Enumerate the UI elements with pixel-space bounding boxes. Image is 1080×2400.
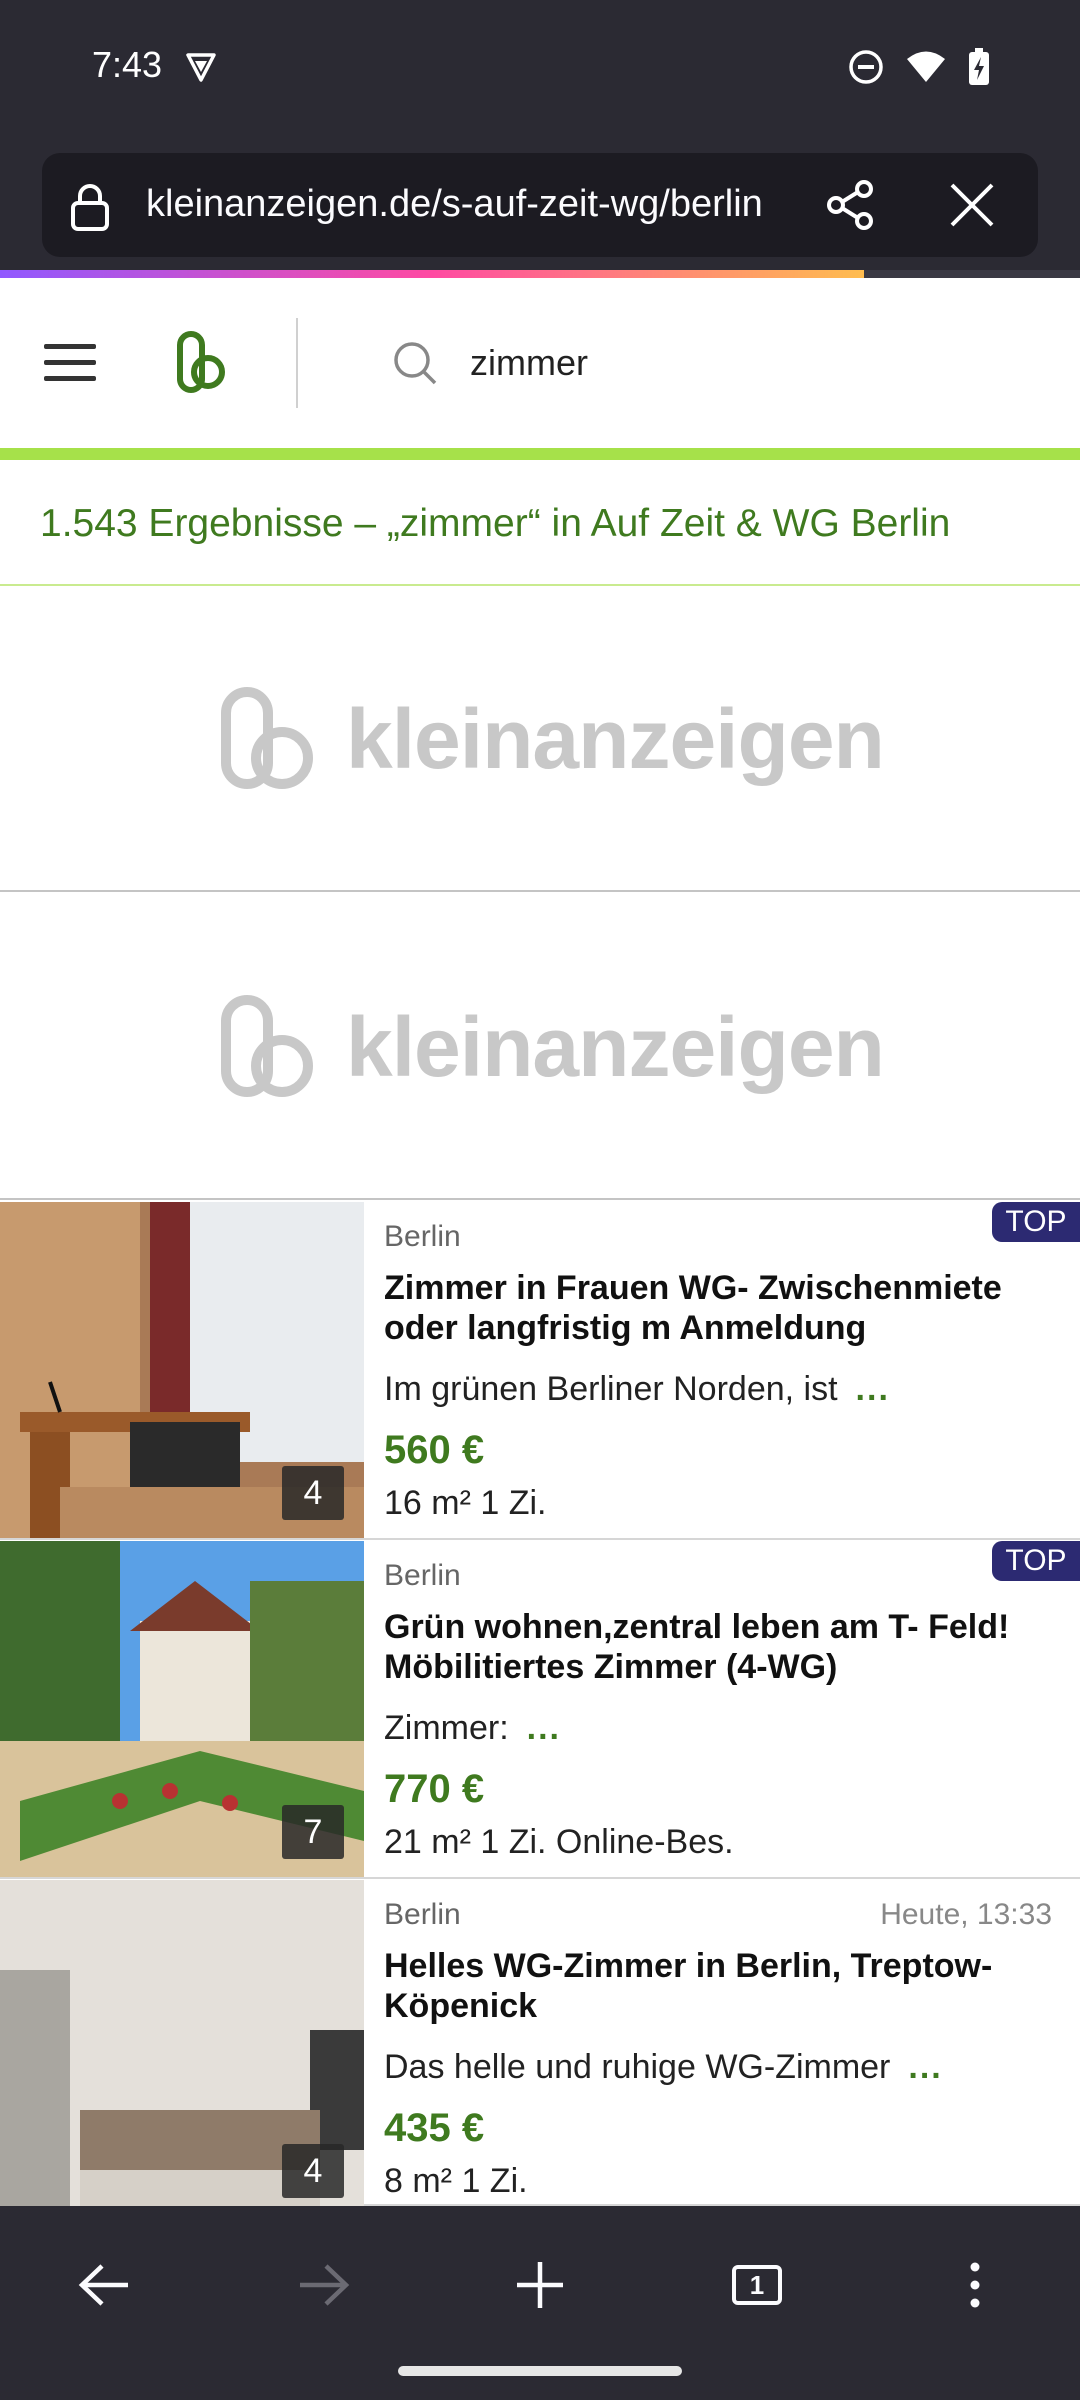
listing-price: 770 €	[384, 1767, 485, 1811]
listing-description: Das helle und ruhige WG-Zimmer	[384, 2048, 891, 2086]
close-icon[interactable]	[946, 179, 998, 231]
status-time: 7:43	[92, 44, 163, 85]
kleinanzeigen-logo-icon	[221, 687, 313, 789]
more-link[interactable]: ...	[856, 1370, 890, 1408]
battery-charging-icon	[969, 48, 989, 85]
share-icon[interactable]	[822, 177, 878, 233]
listing-description: Zimmer:	[384, 1709, 509, 1747]
listing-location: Berlin	[384, 1898, 461, 1931]
more-link[interactable]: ...	[527, 1709, 561, 1747]
site-header: zimmer	[0, 278, 1080, 448]
image-count-badge: 4	[282, 1466, 344, 1520]
listing-meta: 16 m² 1 Zi.	[384, 1484, 547, 1522]
status-bar: 7:43	[0, 0, 1080, 140]
page-load-progress	[0, 270, 1080, 278]
ad-brand-text: kleinanzeigen	[346, 999, 885, 1094]
listing-item[interactable]: 7 Berlin TOP Grün wohnen,zentral leben a…	[0, 1541, 1080, 1879]
search-icon[interactable]	[392, 340, 438, 386]
listing-date: Heute, 13:33	[880, 1898, 1052, 1931]
image-count-badge: 4	[282, 2144, 344, 2198]
listing-title[interactable]: Helles WG-Zimmer in Berlin, Treptow-Köpe…	[384, 1946, 1044, 2026]
plus-icon	[517, 2262, 563, 2308]
listing-location: Berlin	[384, 1559, 461, 1592]
kleinanzeigen-logo-icon	[221, 995, 313, 1097]
arrow-right-icon	[300, 2264, 350, 2306]
listing-meta: 8 m² 1 Zi.	[384, 2162, 528, 2200]
wifi-icon	[907, 51, 945, 82]
tab-count: 1	[732, 2265, 782, 2305]
listing-title[interactable]: Grün wohnen,zentral leben am T- Feld! Mö…	[384, 1607, 1044, 1687]
do-not-disturb-icon	[849, 50, 883, 84]
listing-item[interactable]: 4 Berlin TOP Zimmer in Frauen WG- Zwisch…	[0, 1202, 1080, 1540]
browser-bottom-toolbar: 1	[0, 2206, 1080, 2400]
url-bar[interactable]: kleinanzeigen.de/s-auf-zeit-wg/berlin	[42, 153, 1038, 257]
page-load-progress-fill	[0, 270, 864, 278]
results-header: 1.543 Ergebnisse – „zimmer“ in Auf Zeit …	[0, 460, 1080, 586]
listing-description: Im grünen Berliner Norden, ist	[384, 1370, 838, 1408]
top-badge: TOP	[992, 1202, 1080, 1242]
listing-meta: 21 m² 1 Zi. Online-Bes.	[384, 1823, 734, 1861]
ad-placeholder[interactable]: kleinanzeigen	[0, 586, 1080, 892]
new-tab-button[interactable]	[505, 2250, 575, 2320]
kleinanzeigen-logo-icon[interactable]	[176, 330, 226, 394]
ad-placeholder[interactable]: kleinanzeigen	[0, 894, 1080, 1200]
listing-price: 435 €	[384, 2106, 485, 2150]
tabs-button[interactable]: 1	[722, 2250, 792, 2320]
home-indicator[interactable]	[398, 2366, 682, 2376]
url-text[interactable]: kleinanzeigen.de/s-auf-zeit-wg/berlin	[146, 183, 826, 226]
image-count-badge: 7	[282, 1805, 344, 1859]
header-accent-bar	[0, 448, 1080, 460]
listing-location: Berlin	[384, 1220, 461, 1253]
more-vertical-icon	[970, 2262, 980, 2308]
back-button[interactable]	[70, 2250, 140, 2320]
listing-price: 560 €	[384, 1428, 485, 1472]
ad-brand-text: kleinanzeigen	[346, 691, 885, 786]
arrow-left-icon	[78, 2264, 128, 2306]
more-link[interactable]: ...	[908, 2048, 942, 2086]
vpn-shield-icon	[186, 53, 216, 82]
search-input[interactable]: zimmer	[470, 342, 588, 384]
listing-item[interactable]: 4 Berlin Heute, 13:33 Helles WG-Zimmer i…	[0, 1880, 1080, 2206]
lock-icon	[71, 184, 109, 231]
forward-button[interactable]	[288, 2250, 358, 2320]
menu-button[interactable]	[940, 2250, 1010, 2320]
browser-toolbar: kleinanzeigen.de/s-auf-zeit-wg/berlin	[0, 140, 1080, 270]
results-count: 1.543 Ergebnisse – „zimmer“ in Auf Zeit …	[40, 502, 951, 545]
menu-icon[interactable]	[44, 344, 96, 384]
top-badge: TOP	[992, 1541, 1080, 1581]
listing-title[interactable]: Zimmer in Frauen WG- Zwischenmiete oder …	[384, 1268, 1044, 1348]
